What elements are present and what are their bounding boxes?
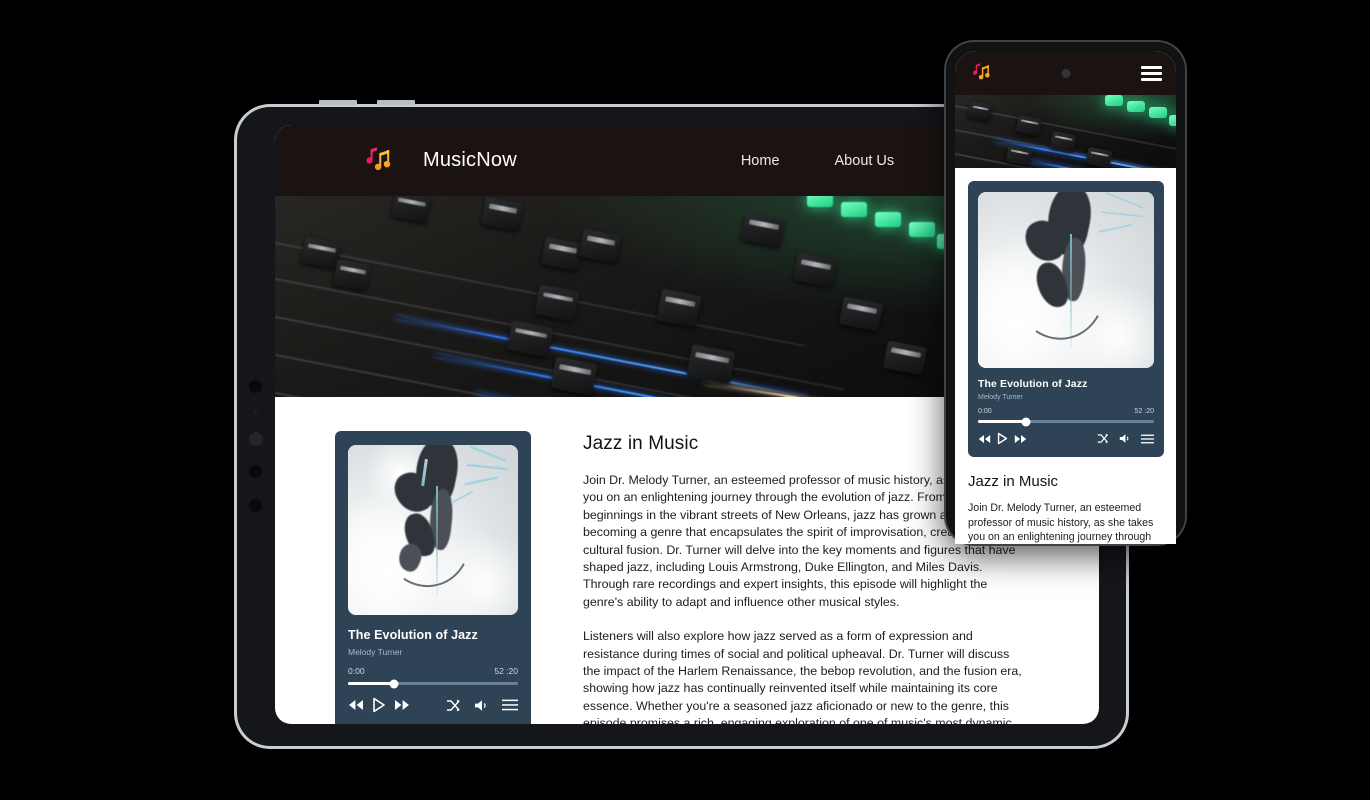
volume-icon[interactable] — [1119, 433, 1131, 444]
time-total: 52 :20 — [494, 666, 518, 676]
rewind-icon[interactable] — [348, 699, 364, 711]
track-artist: Melody Turner — [348, 647, 403, 657]
tablet-lens-secondary-icon — [249, 465, 262, 478]
hamburger-menu-icon[interactable] — [1141, 65, 1162, 81]
playlist-icon[interactable] — [1141, 434, 1154, 444]
progress-handle[interactable] — [1021, 417, 1031, 426]
music-notes-logo-icon — [361, 144, 395, 178]
article-heading: Jazz in Music — [968, 473, 1059, 490]
progress-fill — [348, 682, 394, 685]
phone-screen: The Evolution of Jazz Melody Turner 0:00… — [955, 51, 1176, 544]
phone-audio-player-card[interactable]: The Evolution of Jazz Melody Turner 0:00… — [968, 181, 1164, 457]
track-title: The Evolution of Jazz — [978, 378, 1088, 390]
tablet-volume-down-button[interactable] — [377, 100, 415, 105]
shuffle-icon[interactable] — [1097, 433, 1109, 444]
player-controls — [348, 697, 518, 713]
mockup-stage: MusicNow Home About Us Events C — [0, 0, 1370, 800]
phone-hero-image — [955, 95, 1176, 168]
progress-bar[interactable] — [978, 417, 1154, 426]
progress-bar[interactable] — [348, 679, 518, 688]
track-artist: Melody Turner — [978, 394, 1023, 401]
album-art — [978, 192, 1154, 368]
time-row: 0:00 52 :20 — [978, 408, 1154, 415]
tablet-lens-tertiary-icon — [249, 499, 262, 512]
rewind-icon[interactable] — [978, 434, 991, 444]
brand[interactable]: MusicNow — [361, 144, 517, 178]
time-total: 52 :20 — [1134, 408, 1154, 415]
player-controls — [978, 432, 1154, 445]
playlist-icon[interactable] — [502, 699, 518, 711]
album-art — [348, 445, 518, 615]
music-notes-logo-icon[interactable] — [969, 61, 993, 85]
progress-fill — [978, 420, 1026, 423]
tablet-volume-up-button[interactable] — [319, 100, 357, 105]
fast-forward-icon[interactable] — [394, 699, 410, 711]
time-elapsed: 0:00 — [978, 408, 992, 415]
track-title: The Evolution of Jazz — [348, 628, 478, 642]
fast-forward-icon[interactable] — [1014, 434, 1027, 444]
progress-handle[interactable] — [389, 679, 399, 688]
nav-link-about-us[interactable]: About Us — [835, 153, 895, 169]
phone-hero-banner — [955, 95, 1176, 168]
article-paragraph-2: Listeners will also explore how jazz ser… — [583, 629, 1022, 724]
tablet-camera-icon — [249, 380, 262, 393]
audio-player-card[interactable]: The Evolution of Jazz Melody Turner 0:00… — [335, 431, 531, 724]
play-icon[interactable] — [372, 697, 386, 713]
phone-page-content: The Evolution of Jazz Melody Turner 0:00… — [955, 168, 1176, 457]
brand-name: MusicNow — [423, 149, 517, 171]
time-elapsed: 0:00 — [348, 666, 365, 676]
nav-link-home[interactable]: Home — [741, 153, 780, 169]
play-icon[interactable] — [997, 432, 1008, 445]
time-row: 0:00 52 :20 — [348, 666, 518, 676]
phone-camera-icon — [1061, 69, 1070, 78]
volume-icon[interactable] — [474, 699, 489, 712]
tablet-flash-icon — [249, 432, 263, 446]
phone-device-mockup: The Evolution of Jazz Melody Turner 0:00… — [944, 40, 1187, 546]
phone-bezel: The Evolution of Jazz Melody Turner 0:00… — [946, 42, 1185, 544]
article-paragraph-1: Join Dr. Melody Turner, an esteemed prof… — [968, 502, 1154, 544]
phone-navbar — [955, 51, 1176, 95]
shuffle-icon[interactable] — [446, 699, 461, 712]
tablet-sensor-icon — [253, 410, 258, 415]
phone-article: Jazz in Music Join Dr. Melody Turner, an… — [955, 473, 1176, 544]
